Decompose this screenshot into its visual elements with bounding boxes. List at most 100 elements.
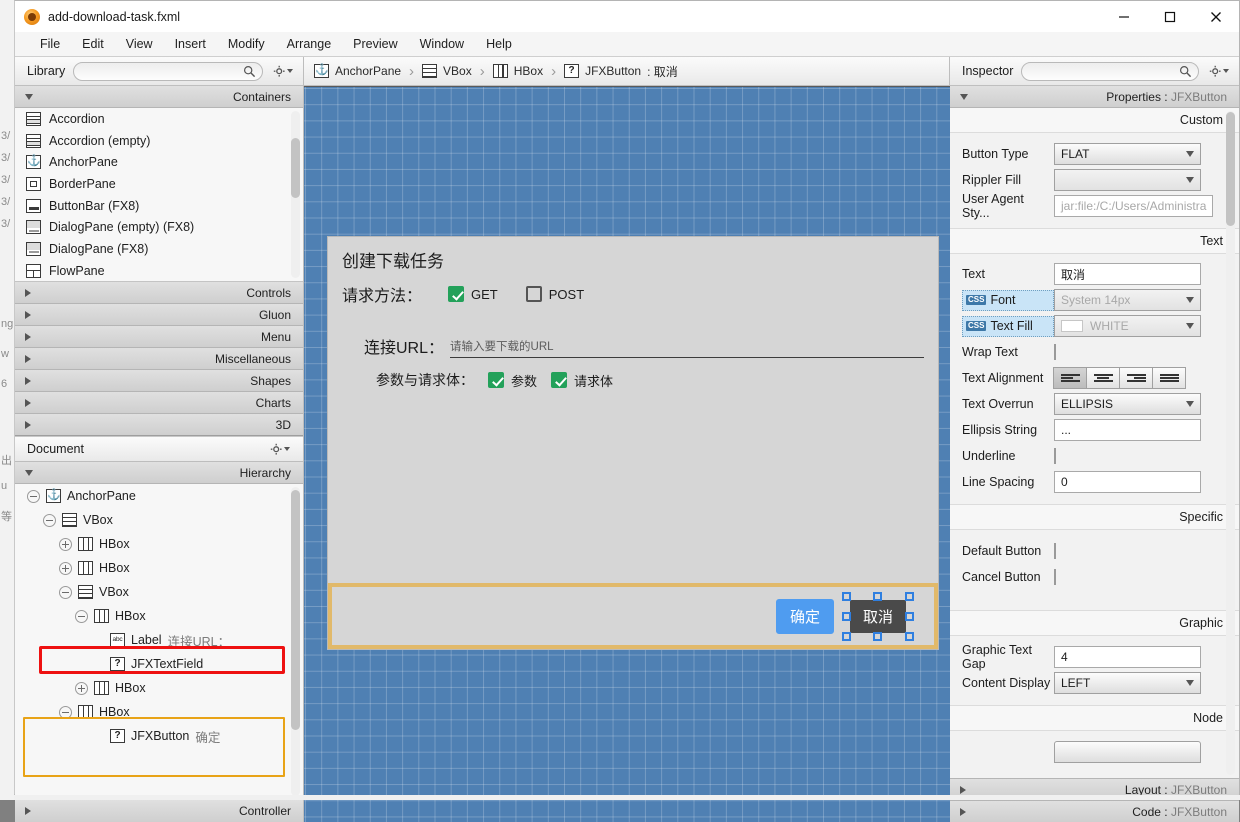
library-section-shapes[interactable]: Shapes <box>15 370 303 392</box>
ok-button[interactable]: 确定 <box>775 598 834 634</box>
library-item-borderpane[interactable]: BorderPane <box>15 173 303 195</box>
checkbox-get-box[interactable] <box>448 286 464 302</box>
library-section-miscellaneous[interactable]: Miscellaneous <box>15 348 303 370</box>
tree-item-hbox-4[interactable]: HBox <box>15 676 303 700</box>
menu-modify[interactable]: Modify <box>217 34 276 54</box>
minimize-button[interactable] <box>1101 1 1147 32</box>
expander-toggle[interactable] <box>59 585 72 599</box>
expander-toggle[interactable] <box>75 681 88 695</box>
handle-ne[interactable] <box>905 591 914 601</box>
library-item-flowpane[interactable]: FlowPane <box>15 260 303 281</box>
expander-toggle[interactable] <box>43 513 56 527</box>
library-section-gluon[interactable]: Gluon <box>15 304 303 326</box>
node-partial-select[interactable] <box>1054 741 1201 763</box>
library-item-buttonbar[interactable]: ButtonBar (FX8) <box>15 195 303 217</box>
url-input-field[interactable]: 请输入要下载的URL <box>450 338 924 358</box>
tree-item-hbox-2[interactable]: HBox <box>15 556 303 580</box>
library-search-input[interactable] <box>84 64 243 78</box>
design-canvas[interactable]: 创建下载任务 请求方法： GET POST 连接URL： 请输入要下载的URL … <box>304 86 950 822</box>
checkbox-body-box[interactable] <box>551 372 568 388</box>
handle-s[interactable] <box>873 631 883 641</box>
document-gear-button[interactable] <box>268 443 292 456</box>
library-section-menu[interactable]: Menu <box>15 326 303 348</box>
handle-e[interactable] <box>905 611 914 621</box>
text-input[interactable]: 取消 <box>1054 263 1201 285</box>
cancel-button-checkbox[interactable] <box>1054 569 1056 585</box>
library-item-accordion-empty[interactable]: Accordion (empty) <box>15 130 303 152</box>
menu-window[interactable]: Window <box>409 34 475 54</box>
library-section-containers[interactable]: Containers <box>15 86 303 108</box>
expander-toggle[interactable] <box>59 561 72 575</box>
tree-item-hbox-1[interactable]: HBox <box>15 532 303 556</box>
font-label-css[interactable]: CSS Font <box>962 289 1054 311</box>
library-section-controls[interactable]: Controls <box>15 282 303 304</box>
breadcrumb-item-vbox[interactable]: VBox <box>420 64 474 78</box>
align-center-button[interactable] <box>1086 367 1120 389</box>
inspector-gear-button[interactable] <box>1207 65 1231 78</box>
line-spacing-input[interactable]: 0 <box>1054 471 1201 493</box>
close-button[interactable] <box>1193 1 1239 32</box>
hierarchy-section-header[interactable]: Hierarchy <box>15 462 303 484</box>
checkbox-get[interactable]: GET <box>448 286 498 302</box>
wrap-text-checkbox[interactable] <box>1054 344 1056 360</box>
tree-item-jfxbutton-ok[interactable]: JFXButton 确定 <box>15 724 303 748</box>
library-search[interactable] <box>73 61 263 81</box>
tree-item-jfxtextfield[interactable]: JFXTextField <box>15 652 303 676</box>
tree-item-hbox-5[interactable]: HBox <box>15 700 303 724</box>
library-gear-button[interactable] <box>271 65 295 78</box>
checkbox-params[interactable]: 参数 <box>488 371 537 390</box>
breadcrumb-item-jfxbutton[interactable]: JFXButton : 取消 <box>562 63 680 80</box>
menu-help[interactable]: Help <box>475 34 523 54</box>
handle-se[interactable] <box>905 631 914 641</box>
handle-n[interactable] <box>873 591 883 601</box>
hierarchy-tree[interactable]: AnchorPane VBox HBox <box>15 484 303 799</box>
fxml-root-anchorpane[interactable]: 创建下载任务 请求方法： GET POST 连接URL： 请输入要下载的URL … <box>328 237 938 649</box>
handle-sw[interactable] <box>841 631 851 641</box>
code-section-header[interactable]: Code : JFXButton <box>950 800 1239 822</box>
underline-checkbox[interactable] <box>1054 448 1056 464</box>
dialog-button-bar[interactable]: 确定 取消 <box>328 583 938 649</box>
checkbox-post[interactable]: POST <box>525 286 584 302</box>
handle-w[interactable] <box>841 611 851 621</box>
expander-toggle[interactable] <box>27 489 40 503</box>
menu-insert[interactable]: Insert <box>164 34 217 54</box>
tree-item-hbox-3[interactable]: HBox <box>15 604 303 628</box>
font-select[interactable]: System 14px <box>1054 289 1201 311</box>
align-right-button[interactable] <box>1119 367 1153 389</box>
inspector-search-input[interactable] <box>1032 64 1179 78</box>
cancel-button[interactable]: 取消 <box>841 591 914 641</box>
tree-item-label-url[interactable]: Label 连接URL： <box>15 628 303 652</box>
ellipsis-string-input[interactable]: ... <box>1054 419 1201 441</box>
maximize-button[interactable] <box>1147 1 1193 32</box>
tree-item-anchorpane[interactable]: AnchorPane <box>15 484 303 508</box>
rippler-fill-select[interactable] <box>1054 169 1201 191</box>
library-scrollbar-thumb[interactable] <box>291 138 300 198</box>
checkbox-post-box[interactable] <box>525 286 542 302</box>
handle-nw[interactable] <box>841 591 851 601</box>
button-type-select[interactable]: FLAT <box>1054 143 1201 165</box>
library-item-anchorpane[interactable]: AnchorPane <box>15 151 303 173</box>
align-left-button[interactable] <box>1053 367 1087 389</box>
checkbox-body[interactable]: 请求体 <box>551 371 613 390</box>
text-fill-label-css[interactable]: CSS Text Fill <box>962 315 1054 337</box>
graphic-text-gap-input[interactable]: 4 <box>1054 646 1201 668</box>
menu-file[interactable]: File <box>29 34 71 54</box>
hierarchy-scrollbar-thumb[interactable] <box>291 490 300 730</box>
library-section-charts[interactable]: Charts <box>15 392 303 414</box>
menu-view[interactable]: View <box>115 34 164 54</box>
checkbox-params-box[interactable] <box>488 372 504 388</box>
align-justify-button[interactable] <box>1152 367 1186 389</box>
content-display-select[interactable]: LEFT <box>1054 672 1201 694</box>
menu-preview[interactable]: Preview <box>342 34 408 54</box>
menu-edit[interactable]: Edit <box>71 34 115 54</box>
breadcrumb-item-anchorpane[interactable]: AnchorPane <box>312 63 403 78</box>
text-fill-select[interactable]: WHITE <box>1054 315 1201 337</box>
library-item-dialogpane-empty[interactable]: DialogPane (empty) (FX8) <box>15 216 303 238</box>
default-button-checkbox[interactable] <box>1054 543 1056 559</box>
library-section-3d[interactable]: 3D <box>15 414 303 436</box>
inspector-scrollbar-thumb[interactable] <box>1226 112 1235 226</box>
library-item-dialogpane[interactable]: DialogPane (FX8) <box>15 238 303 260</box>
inspector-search[interactable] <box>1021 61 1199 81</box>
library-item-list[interactable]: Accordion Accordion (empty) AnchorPane B… <box>15 108 303 282</box>
controller-section-header[interactable]: Controller <box>15 799 303 822</box>
